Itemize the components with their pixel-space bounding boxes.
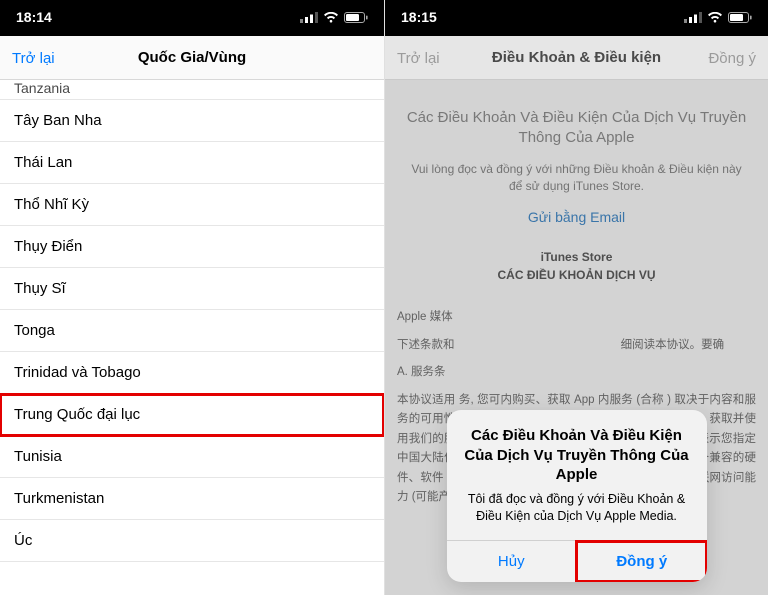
country-row[interactable]: Thụy Sĩ <box>0 268 384 310</box>
back-button[interactable]: Trở lại <box>385 36 452 80</box>
country-row[interactable]: Turkmenistan <box>0 478 384 520</box>
battery-icon <box>728 12 752 23</box>
confirm-alert: Các Điều Khoản Và Điều Kiện Của Dịch Vụ … <box>447 410 707 582</box>
country-row[interactable]: Thổ Nhĩ Kỳ <box>0 184 384 226</box>
country-row[interactable]: Trinidad và Tobago <box>0 352 384 394</box>
alert-agree-button[interactable]: Đồng ý <box>576 541 707 582</box>
battery-icon <box>344 12 368 23</box>
country-row[interactable]: Tây Ban Nha <box>0 100 384 142</box>
page-title: Quốc Gia/Vùng <box>138 49 246 66</box>
country-row[interactable]: Tonga <box>0 310 384 352</box>
status-icons <box>684 12 752 23</box>
agree-button[interactable]: Đồng ý <box>696 36 768 80</box>
status-time: 18:14 <box>16 9 52 25</box>
country-row[interactable]: Tunisia <box>0 436 384 478</box>
page-title: Điều Khoản & Điều kiện <box>492 49 661 66</box>
wifi-icon <box>707 12 723 23</box>
signal-icon <box>684 12 702 23</box>
wifi-icon <box>323 12 339 23</box>
country-row[interactable]: Thụy Điển <box>0 226 384 268</box>
alert-title: Các Điều Khoản Và Điều Kiện Của Dịch Vụ … <box>463 426 691 485</box>
status-bar: 18:15 <box>385 0 768 36</box>
status-time: 18:15 <box>401 9 437 25</box>
country-row[interactable]: Tanzania <box>0 80 384 100</box>
alert-message: Tôi đã đọc và đồng ý với Điều Khoản & Đi… <box>463 491 691 526</box>
country-row-china-mainland[interactable]: Trung Quốc đại lục <box>0 394 384 436</box>
country-row[interactable]: Thái Lan <box>0 142 384 184</box>
status-bar: 18:14 <box>0 0 384 36</box>
navbar: Trở lại Quốc Gia/Vùng <box>0 36 384 80</box>
status-icons <box>300 12 368 23</box>
terms-content[interactable]: Các Điều Khoản Và Điều Kiện Của Dịch Vụ … <box>385 80 768 595</box>
signal-icon <box>300 12 318 23</box>
navbar: Trở lại Điều Khoản & Điều kiện Đồng ý <box>385 36 768 80</box>
alert-cancel-button[interactable]: Hủy <box>447 541 577 582</box>
screen-terms-conditions: 18:15 Trở lại Điều Khoản & Điều kiện Đồn… <box>384 0 768 595</box>
country-list[interactable]: Tanzania Tây Ban Nha Thái Lan Thổ Nhĩ Kỳ… <box>0 80 384 562</box>
back-button[interactable]: Trở lại <box>0 36 67 80</box>
screen-country-list: 18:14 Trở lại Quốc Gia/Vùng Tanzania Tây… <box>0 0 384 595</box>
country-row[interactable]: Úc <box>0 520 384 562</box>
